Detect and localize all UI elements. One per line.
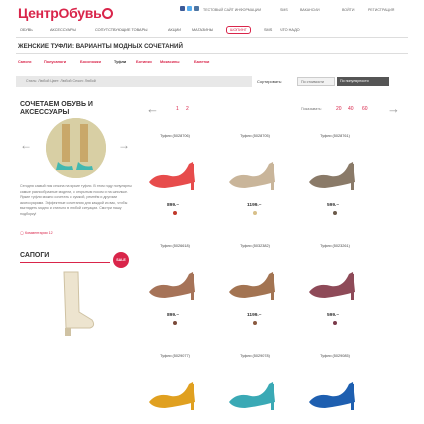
product-price: 1199.– (247, 313, 262, 318)
featured-image[interactable] (46, 118, 106, 178)
filter-text[interactable]: Стиль: Любой Цвет: Любой Сезон: Любой (26, 79, 96, 83)
facebook-icon[interactable] (180, 6, 185, 11)
product-price: 599.– (327, 203, 340, 208)
top-link-sms[interactable]: SMS (280, 8, 288, 12)
product-price: 599.– (327, 313, 340, 318)
product-name[interactable]: Туфли (5032382) (225, 244, 285, 248)
nav-item-sms[interactable]: SMS (264, 28, 272, 32)
product-name[interactable]: Туфли (5023261) (305, 244, 365, 248)
product-price: 899.– (167, 203, 180, 208)
color-swatch[interactable] (173, 211, 177, 215)
product-name[interactable]: Туфли (5026618) (145, 244, 205, 248)
sale-badge: SALE (113, 252, 129, 268)
logo[interactable]: ЦентрОбувь (18, 5, 114, 21)
category-link[interactable]: Мокасины (160, 60, 179, 64)
sort-by-popularity[interactable]: По популярности (337, 77, 389, 86)
product-price: 1199.– (247, 203, 262, 208)
category-link[interactable]: Босоножки (80, 60, 101, 64)
product-name[interactable]: Туфли (5029077) (145, 354, 205, 358)
sidebar-title: Сочетаем обувь и аксессуары (20, 101, 93, 116)
color-swatch[interactable] (173, 321, 177, 325)
product-name[interactable]: Туфли (5029078) (225, 354, 285, 358)
divider (16, 53, 408, 54)
nav-item-shoes[interactable]: Обувь (20, 28, 33, 32)
login-link[interactable]: Войти (342, 8, 354, 12)
nav-item-what[interactable]: Что надо (280, 28, 300, 32)
product-image[interactable] (303, 362, 367, 418)
top-link-vacancies[interactable]: Вакансии (300, 8, 320, 12)
page-title: Женские туфли: варианты модных сочетаний (18, 43, 183, 50)
sort-label: Сортировать: (257, 79, 283, 84)
boots-title: Сапоги (20, 252, 50, 259)
top-link-info[interactable]: Тестовый сайт информации (203, 8, 261, 12)
per-page-option[interactable]: 20 (336, 106, 342, 112)
per-page-option[interactable]: 60 (362, 106, 368, 112)
product-image[interactable] (143, 362, 207, 418)
product-image[interactable] (303, 252, 367, 308)
page-link[interactable]: 2 (186, 106, 189, 112)
per-page-label: Показывать: (301, 107, 322, 111)
category-link[interactable]: Сапоги (18, 60, 31, 64)
nav-item-promotions[interactable]: Акции (168, 28, 181, 32)
category-link[interactable]: Полусапоги (44, 60, 66, 64)
vk-icon[interactable] (194, 6, 199, 11)
product-image[interactable] (223, 362, 287, 418)
arrow-left-icon[interactable]: ← (20, 138, 32, 152)
page-link[interactable]: 1 (176, 106, 179, 112)
product-image[interactable] (223, 142, 287, 198)
divider (16, 37, 408, 38)
product-price: 899.– (167, 313, 180, 318)
nav-item-accessories[interactable]: Аксессуары (50, 28, 76, 32)
product-name[interactable]: Туфли (5028705) (225, 134, 285, 138)
product-image[interactable] (143, 252, 207, 308)
logo-mark-icon (102, 8, 114, 19)
boot-image[interactable] (52, 268, 102, 338)
arrow-right-icon[interactable]: → (118, 138, 130, 152)
category-link[interactable]: Ботинки (136, 60, 152, 64)
product-name[interactable]: Туфли (5028761) (305, 134, 365, 138)
product-image[interactable] (303, 142, 367, 198)
per-page-option[interactable]: 40 (348, 106, 354, 112)
color-swatch[interactable] (333, 321, 337, 325)
register-link[interactable]: Регистрация (368, 8, 394, 12)
product-name[interactable]: Туфли (5029085) (305, 354, 365, 358)
category-link[interactable]: Балетки (194, 60, 209, 64)
nav-item-shopping[interactable]: Шопинг (226, 26, 251, 34)
product-image[interactable] (143, 142, 207, 198)
color-swatch[interactable] (333, 211, 337, 215)
sort-by-price[interactable]: По стоимости (297, 77, 335, 86)
nav-item-stores[interactable]: Магазины (192, 28, 213, 32)
product-name[interactable]: Туфли (5028706) (145, 134, 205, 138)
comments-link[interactable]: ◯ Комментарии 12 (20, 231, 53, 235)
arrow-left-icon[interactable]: ← (146, 101, 159, 116)
color-swatch[interactable] (253, 321, 257, 325)
nav-item-related[interactable]: Сопутствующие товары (95, 28, 147, 32)
color-swatch[interactable] (253, 211, 257, 215)
product-image[interactable] (223, 252, 287, 308)
twitter-icon[interactable] (187, 6, 192, 11)
sidebar-article-text: Сегодня самый пик сезона на яркие туфли.… (20, 184, 132, 216)
arrow-right-icon[interactable]: → (387, 101, 400, 116)
divider (20, 262, 110, 263)
category-link-active[interactable]: Туфли (114, 60, 126, 64)
